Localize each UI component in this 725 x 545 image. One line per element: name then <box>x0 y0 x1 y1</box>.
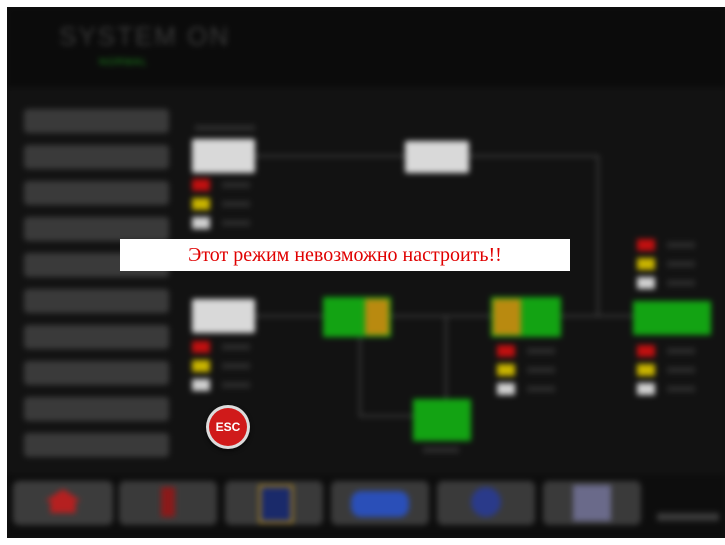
sidebar-button[interactable] <box>24 109 169 133</box>
indicator-label <box>222 201 250 207</box>
taskbar-button[interactable] <box>119 481 217 525</box>
sidebar-button[interactable] <box>24 397 169 421</box>
white-indicator <box>192 217 210 229</box>
top-bar: SYSTEM ON NORMAL <box>7 7 725 87</box>
indicator-label <box>667 242 695 248</box>
indicator-label <box>222 344 250 350</box>
component-segment <box>493 299 521 335</box>
unit-box[interactable] <box>192 139 255 173</box>
main-pane <box>7 87 725 475</box>
diagram-line <box>597 155 599 315</box>
battery-box[interactable] <box>413 399 471 441</box>
device-icon <box>161 487 175 517</box>
indicator-label <box>222 363 250 369</box>
yellow-indicator <box>637 364 655 376</box>
indicator-label <box>667 280 695 286</box>
red-indicator <box>637 239 655 251</box>
red-indicator <box>192 179 210 191</box>
system-status-subtitle: NORMAL <box>99 57 148 68</box>
sidebar-button[interactable] <box>24 217 169 241</box>
yellow-indicator <box>192 360 210 372</box>
indicator-label <box>527 386 555 392</box>
esc-label: ESC <box>215 420 241 434</box>
sidebar-button[interactable] <box>24 325 169 349</box>
esc-icon: ESC <box>209 408 247 446</box>
red-indicator <box>637 345 655 357</box>
indicator-label <box>222 220 250 226</box>
output-box[interactable] <box>633 301 711 335</box>
yellow-indicator <box>637 258 655 270</box>
esc-button[interactable]: ESC <box>206 405 250 449</box>
indicator-label <box>667 367 695 373</box>
yellow-indicator <box>497 364 515 376</box>
settings-icon <box>573 485 611 521</box>
sidebar-button[interactable] <box>24 145 169 169</box>
sidebar-button[interactable] <box>24 361 169 385</box>
home-icon <box>45 489 81 513</box>
taskbar <box>7 475 725 538</box>
warning-popup: Этот режим невозможно настроить!! <box>120 239 570 271</box>
sidebar-button[interactable] <box>24 181 169 205</box>
white-indicator <box>497 383 515 395</box>
unit-box[interactable] <box>192 299 255 333</box>
indicator-label <box>222 382 250 388</box>
unit-label <box>195 125 255 131</box>
sidebar-button[interactable] <box>24 433 169 457</box>
taskbar-button[interactable] <box>437 481 535 525</box>
gauge-icon <box>471 487 501 517</box>
component-segment <box>365 299 389 335</box>
indicator-label <box>527 348 555 354</box>
yellow-indicator <box>192 198 210 210</box>
clock-readout <box>657 513 719 521</box>
sidebar-button[interactable] <box>24 289 169 313</box>
battery-label <box>423 447 459 453</box>
hmi-screen: SYSTEM ON NORMAL <box>7 7 725 538</box>
taskbar-button[interactable] <box>543 481 641 525</box>
white-indicator <box>192 379 210 391</box>
red-indicator <box>497 345 515 357</box>
diagram-line <box>255 315 695 317</box>
indicator-label <box>667 386 695 392</box>
taskbar-button[interactable] <box>225 481 323 525</box>
home-button[interactable] <box>13 481 113 525</box>
indicator-label <box>667 261 695 267</box>
indicator-label <box>222 182 250 188</box>
white-indicator <box>637 383 655 395</box>
system-status-title: SYSTEM ON <box>59 21 231 51</box>
module-icon <box>351 491 409 517</box>
warning-message: Этот режим невозможно настроить!! <box>188 243 502 266</box>
taskbar-button[interactable] <box>331 481 429 525</box>
indicator-label <box>667 348 695 354</box>
indicator-label <box>527 367 555 373</box>
blurred-background: SYSTEM ON NORMAL <box>7 7 725 538</box>
center-top-box[interactable] <box>405 141 469 173</box>
panel-icon <box>259 485 293 523</box>
red-indicator <box>192 341 210 353</box>
white-indicator <box>637 277 655 289</box>
